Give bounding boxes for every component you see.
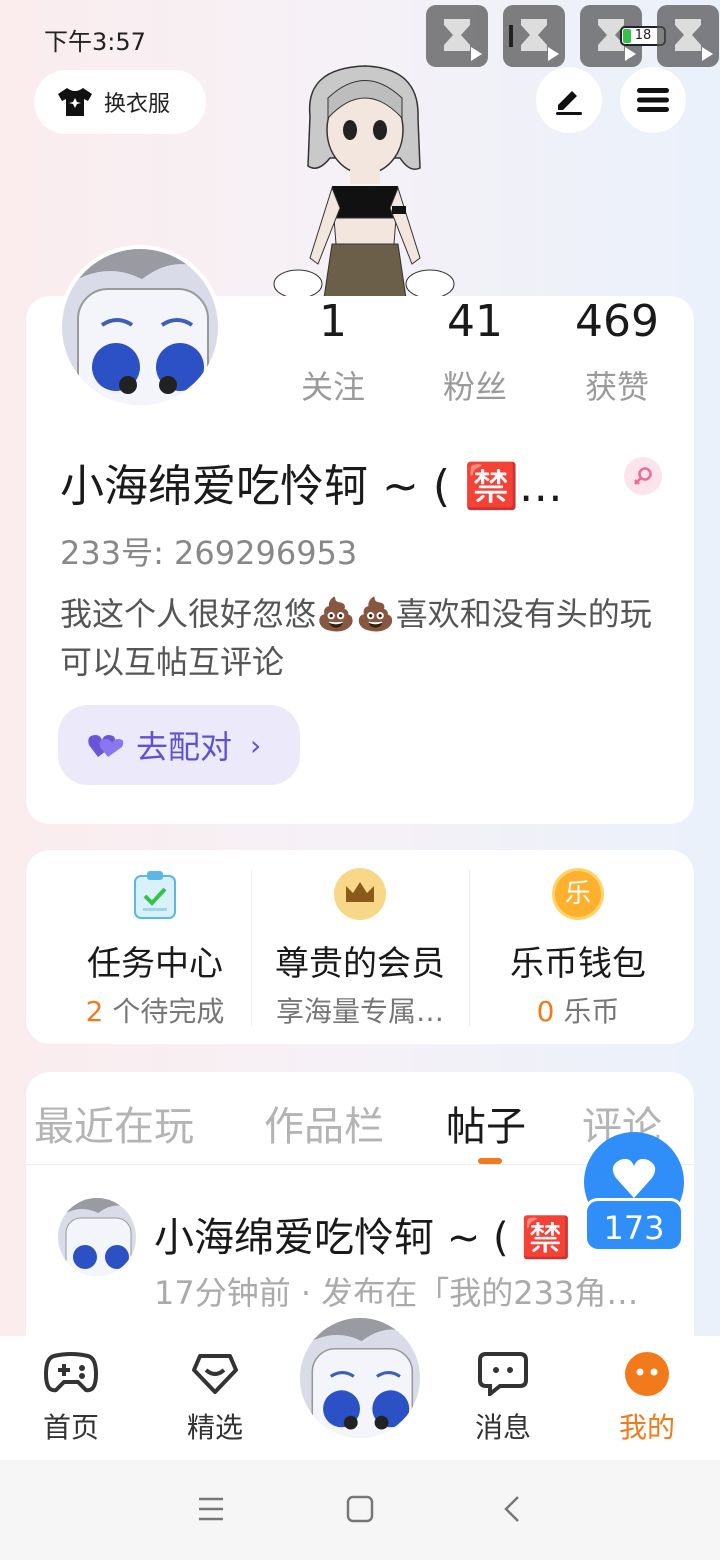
bluetooth-icon — [509, 25, 513, 47]
gamepad-icon — [43, 1352, 99, 1393]
edit-profile-button[interactable] — [536, 67, 602, 133]
home-icon[interactable] — [345, 1494, 375, 1524]
match-label: 去配对 — [136, 728, 233, 766]
task-pending-count: 2 — [85, 995, 104, 1028]
like-count: 173 — [584, 1198, 684, 1252]
task-pending-label: 个待完成 — [103, 995, 225, 1028]
nav-messages[interactable]: 消息 — [448, 1350, 558, 1446]
profile-avatar[interactable] — [58, 245, 222, 409]
back-icon[interactable] — [500, 1494, 524, 1524]
task-center-title: 任务中心 — [87, 944, 223, 984]
hamburger-menu-icon — [637, 88, 669, 112]
task-center[interactable]: 任务中心 2 个待完成 — [44, 850, 266, 1044]
floating-app-button-2[interactable] — [503, 5, 565, 67]
crown-icon — [334, 868, 386, 920]
coin-balance: 0 — [536, 995, 555, 1028]
tab-recently-played[interactable]: 最近在玩 — [34, 1094, 194, 1152]
nav-home[interactable]: 首页 — [16, 1350, 126, 1446]
nav-featured[interactable]: 精选 — [160, 1350, 270, 1446]
likes-count[interactable]: 469 — [552, 296, 682, 347]
post-author-avatar[interactable] — [58, 1198, 136, 1276]
clipboard-check-icon — [134, 871, 176, 919]
avatar-image — [62, 249, 218, 405]
post-author-name[interactable]: 小海绵爱吃怜轲 ~ ( 🈲 — [154, 1205, 624, 1263]
change-outfit-button[interactable]: 换衣服 — [34, 70, 206, 134]
user-bio: 我这个人很好忽悠💩💩喜欢和没有头的玩可以互帖互评论 — [60, 595, 652, 681]
features-card: 任务中心 2 个待完成 尊贵的会员 享海量专属… 乐 乐币钱包 0 乐币 — [26, 850, 694, 1044]
username: 小海绵爱吃怜轲 ~ ( 🈲… — [60, 461, 563, 512]
nav-me-label: 我的 — [618, 1411, 675, 1444]
female-gender-icon — [624, 457, 662, 495]
nav-messages-label: 消息 — [474, 1411, 531, 1444]
nav-featured-label: 精选 — [186, 1411, 243, 1444]
coin-icon: 乐 — [552, 868, 604, 920]
tab-posts[interactable]: 帖子 — [446, 1094, 526, 1152]
post-meta: 17分钟前 · 发布在「我的233角… — [154, 1274, 639, 1312]
task-center-subtitle: 2 个待完成 — [44, 990, 266, 1030]
likes-label[interactable]: 获赞 — [552, 362, 682, 408]
following-count[interactable]: 1 — [268, 296, 398, 347]
nav-center-avatar[interactable] — [300, 1318, 420, 1438]
vip-membership[interactable]: 尊贵的会员 享海量专属… — [249, 850, 471, 1044]
recent-apps-icon[interactable] — [196, 1496, 226, 1522]
avatar-image — [300, 1318, 420, 1438]
followers-count[interactable]: 41 — [410, 296, 540, 347]
change-outfit-label: 换衣服 — [104, 92, 171, 117]
hourglass-icon — [521, 19, 547, 51]
vip-subtitle: 享海量专属… — [275, 995, 444, 1028]
status-time: 下午3:57 — [44, 28, 146, 56]
wallet-title: 乐币钱包 — [510, 944, 646, 984]
wallet-subtitle: 0 乐币 — [467, 990, 689, 1030]
chevron-right-icon: › — [250, 728, 262, 762]
nav-me[interactable]: 我的 — [592, 1350, 702, 1446]
floating-app-button-4[interactable] — [657, 5, 719, 67]
followers-label[interactable]: 粉丝 — [410, 362, 540, 408]
menu-button[interactable] — [620, 67, 686, 133]
vip-title: 尊贵的会员 — [275, 944, 445, 984]
coin-wallet[interactable]: 乐 乐币钱包 0 乐币 — [467, 850, 689, 1044]
system-navigation-bar — [0, 1460, 720, 1560]
avatar-image — [58, 1198, 136, 1276]
avatar-character-figure[interactable] — [270, 58, 460, 298]
following-label[interactable]: 关注 — [268, 362, 398, 408]
hourglass-icon — [444, 19, 470, 51]
tshirt-icon — [58, 88, 92, 116]
pencil-icon — [556, 91, 582, 115]
hourglass-icon — [675, 19, 701, 51]
battery-level: 18 — [634, 28, 652, 43]
double-heart-icon — [88, 735, 124, 757]
tab-works[interactable]: 作品栏 — [264, 1094, 384, 1152]
nav-home-label: 首页 — [42, 1411, 99, 1444]
user-id[interactable]: 233号: 269296953 — [60, 528, 357, 574]
profile-face-icon — [625, 1352, 669, 1396]
diamond-heart-icon — [192, 1354, 238, 1394]
match-button[interactable]: 去配对 › — [58, 705, 300, 785]
chat-bubble-icon — [478, 1352, 528, 1399]
coin-unit: 乐币 — [554, 995, 620, 1028]
